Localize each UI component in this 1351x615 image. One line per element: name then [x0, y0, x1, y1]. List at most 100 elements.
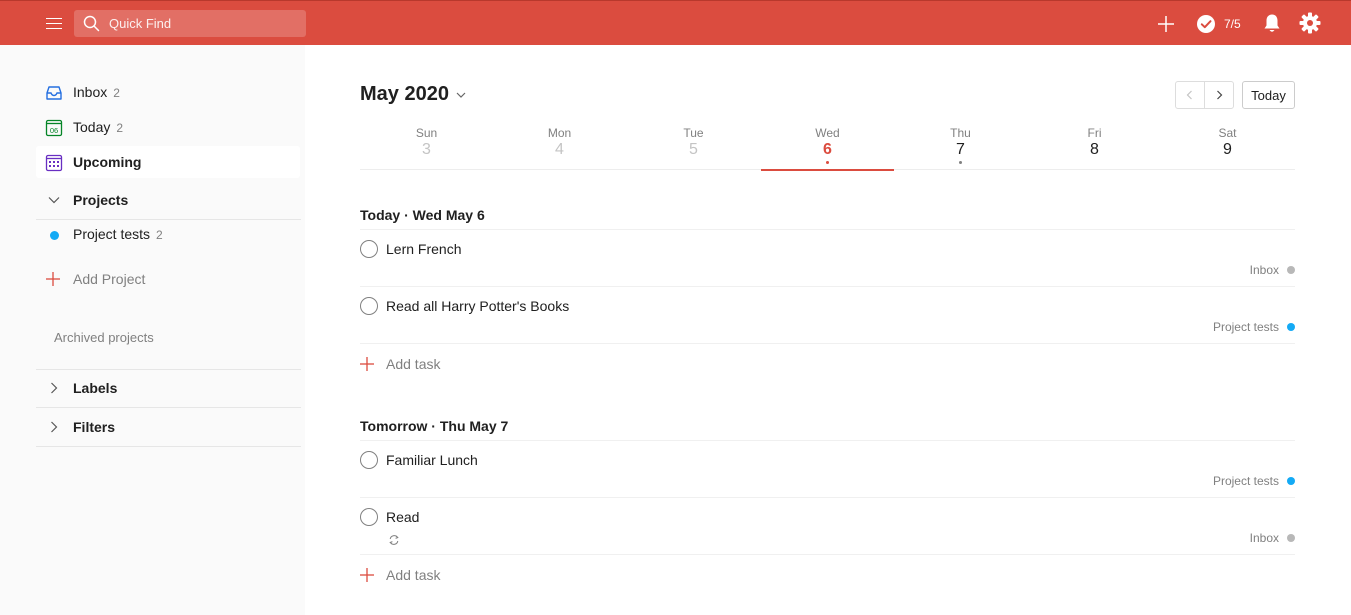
calendar-upcoming-icon	[45, 154, 63, 172]
week-strip: Sun 3 Mon 4 Tue 5 Wed 6 Thu 7 Fri 8 Sat …	[360, 125, 1295, 171]
has-tasks-dot	[959, 161, 962, 164]
task-checkbox[interactable]	[360, 240, 378, 258]
next-week-button[interactable]	[1204, 82, 1233, 108]
task-name[interactable]: Read	[386, 509, 419, 525]
selected-day-underline	[761, 169, 894, 171]
projects-section-header[interactable]: Projects	[36, 181, 301, 220]
chevron-down-icon	[456, 92, 466, 98]
day-date: 7	[956, 141, 965, 158]
project-color-dot	[1287, 266, 1295, 274]
top-bar: Quick Find 7/5	[0, 0, 1351, 45]
search-input[interactable]: Quick Find	[74, 10, 306, 37]
plus-icon[interactable]	[1156, 14, 1176, 34]
task-project-link[interactable]: Inbox	[1250, 531, 1295, 545]
day-name: Sun	[415, 126, 438, 140]
day-date: 8	[1090, 141, 1099, 158]
task-project-name: Project tests	[1212, 474, 1279, 488]
karma-check-icon	[1197, 15, 1215, 33]
sidebar-item-label: Inbox	[73, 84, 108, 100]
labels-header-label: Labels	[73, 380, 118, 396]
gear-icon[interactable]	[1299, 12, 1321, 34]
inbox-icon	[46, 86, 62, 100]
task-project-name: Inbox	[1249, 263, 1279, 277]
sidebar-item-count: 2	[116, 121, 124, 135]
chevron-left-icon	[1186, 90, 1193, 100]
project-color-dot	[1287, 477, 1295, 485]
has-tasks-dot	[826, 161, 829, 164]
today-button[interactable]: Today	[1242, 81, 1295, 109]
day-name: Mon	[547, 126, 572, 140]
day-date: 9	[1223, 141, 1232, 158]
day-name: Wed	[815, 126, 840, 140]
day-sun[interactable]: Sun 3	[360, 125, 493, 170]
chevron-right-icon	[51, 421, 58, 433]
search-placeholder: Quick Find	[109, 16, 172, 31]
labels-section-header[interactable]: Labels	[36, 369, 301, 408]
karma-button[interactable]: 7/5	[1196, 13, 1241, 35]
sidebar: Inbox 2 06 Today 2 Upcoming Projects Pro…	[0, 45, 305, 615]
sidebar-item-count: 2	[113, 86, 120, 100]
project-color-dot	[1287, 323, 1295, 331]
task-project-link[interactable]: Inbox	[1250, 263, 1295, 277]
task-checkbox[interactable]	[360, 508, 378, 526]
day-name: Tue	[683, 126, 704, 140]
filters-header-label: Filters	[73, 419, 116, 435]
day-tue[interactable]: Tue 5	[627, 125, 760, 170]
sidebar-item-count: 2	[156, 228, 163, 242]
sidebar-item-project-tests[interactable]: Project tests 2	[36, 218, 300, 250]
chevron-right-icon	[51, 382, 58, 394]
menu-icon[interactable]	[44, 14, 64, 32]
sidebar-item-label: Upcoming	[73, 154, 142, 170]
day-date: 4	[555, 141, 564, 158]
bell-icon[interactable]	[1262, 13, 1282, 34]
add-task-button[interactable]: Add task	[360, 350, 560, 380]
project-color-dot	[50, 231, 59, 240]
plus-icon	[46, 272, 60, 286]
add-task-button[interactable]: Add task	[360, 561, 560, 591]
sidebar-item-upcoming[interactable]: Upcoming	[36, 146, 300, 178]
day-name: Sat	[1218, 126, 1237, 140]
task-item: Read Inbox	[360, 498, 1295, 555]
plus-icon	[360, 357, 374, 371]
recurring-icon	[389, 535, 399, 545]
day-wed[interactable]: Wed 6	[761, 125, 894, 171]
task-name[interactable]: Lern French	[386, 241, 461, 257]
day-group-title: Today · Wed May 6	[360, 207, 485, 223]
sidebar-item-today[interactable]: 06 Today 2	[36, 111, 300, 143]
task-name[interactable]: Familiar Lunch	[386, 452, 478, 468]
week-nav	[1175, 81, 1234, 109]
project-color-dot	[1287, 534, 1295, 542]
add-task-label: Add task	[386, 356, 441, 372]
calendar-today-icon: 06	[45, 119, 63, 137]
previous-week-button[interactable]	[1176, 82, 1204, 108]
day-date: 5	[689, 141, 698, 158]
add-project-button[interactable]: Add Project	[36, 263, 300, 295]
day-date: 6	[823, 141, 832, 158]
task-checkbox[interactable]	[360, 297, 378, 315]
task-name[interactable]: Read all Harry Potter's Books	[386, 298, 569, 314]
main-content: May 2020 Today Sun 3 Mon 4 Tue 5 Wed 6 T…	[305, 45, 1351, 615]
month-title: May 2020	[360, 83, 449, 105]
chevron-down-icon	[48, 197, 60, 204]
sidebar-item-label: Project tests	[73, 226, 151, 242]
add-project-label: Add Project	[73, 271, 146, 287]
chevron-right-icon	[1217, 90, 1223, 100]
task-project-link[interactable]: Project tests	[1213, 474, 1295, 488]
sidebar-item-inbox[interactable]: Inbox 2	[36, 76, 300, 108]
task-item: Familiar Lunch Project tests	[360, 441, 1295, 498]
projects-header-label: Projects	[73, 192, 129, 208]
day-fri[interactable]: Fri 8	[1028, 125, 1161, 170]
day-group-title: Tomorrow · Thu May 7	[360, 418, 509, 434]
day-mon[interactable]: Mon 4	[493, 125, 626, 170]
day-thu[interactable]: Thu 7	[894, 125, 1027, 170]
plus-icon	[360, 568, 374, 582]
day-sat[interactable]: Sat 9	[1161, 125, 1294, 170]
add-task-label: Add task	[386, 567, 441, 583]
task-project-name: Project tests	[1212, 320, 1279, 334]
task-checkbox[interactable]	[360, 451, 378, 469]
today-icon-day: 06	[50, 126, 58, 135]
filters-section-header[interactable]: Filters	[36, 408, 301, 447]
task-project-link[interactable]: Project tests	[1213, 320, 1295, 334]
month-selector[interactable]: May 2020	[360, 83, 467, 106]
archived-projects-link[interactable]: Archived projects	[54, 330, 154, 345]
